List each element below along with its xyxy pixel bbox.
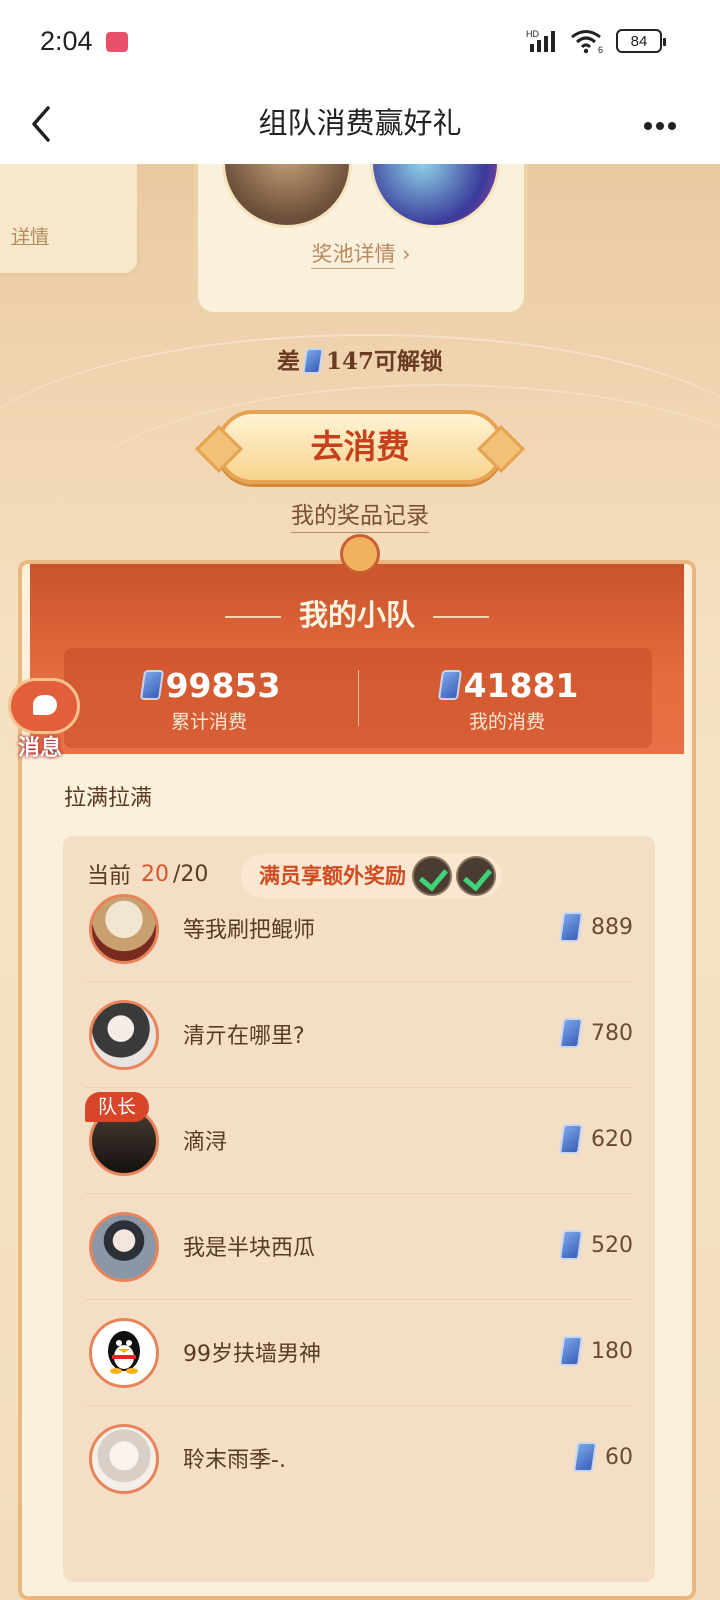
- member-row[interactable]: 清亓在哪里? 780: [85, 982, 633, 1088]
- avatar: [89, 1212, 159, 1282]
- team-header: 我的小队 99853 累计消费 41881 我的消费: [30, 564, 684, 754]
- member-name: 清亓在哪里?: [183, 1024, 305, 1049]
- member-name: 等我刷把鲲师: [183, 918, 316, 943]
- penguin-avatar-icon: [108, 1331, 140, 1374]
- total-spend-value: 99853: [165, 666, 281, 705]
- member-amount-value: 620: [591, 1126, 633, 1152]
- prize-record-link[interactable]: 我的奖品记录: [0, 496, 720, 533]
- message-button[interactable]: 消息: [8, 678, 82, 761]
- stats-divider: [358, 670, 359, 726]
- member-name: 我是半块西瓜: [183, 1236, 316, 1261]
- member-amount-value: 180: [591, 1338, 633, 1364]
- team-title: 我的小队: [30, 592, 684, 634]
- avatar: [89, 1424, 159, 1494]
- total-spend-label: 累计消费: [170, 711, 247, 733]
- my-spend-label: 我的消费: [468, 711, 545, 733]
- coupon-card-icon: [302, 348, 324, 374]
- member-amount-value: 780: [591, 1020, 633, 1046]
- coupon-card-icon: [558, 912, 584, 942]
- member-amount-value: 60: [605, 1444, 633, 1470]
- member-name: 滴浔: [183, 1130, 228, 1155]
- prize-pool-card: 奖池详情 ›: [194, 164, 528, 316]
- prize-hero-avatar: [370, 164, 500, 228]
- member-name: 99岁扶墙男神: [183, 1342, 321, 1367]
- member-row[interactable]: 我是半块西瓜 520: [85, 1194, 633, 1300]
- prev-pool-details-link[interactable]: 详情: [11, 222, 49, 249]
- coupon-card-icon: [437, 670, 462, 700]
- prize-hero-avatar: [222, 164, 352, 228]
- battery-icon: 84: [616, 29, 666, 53]
- app-notification-icon: [106, 32, 128, 52]
- prize-pool-details-link[interactable]: 奖池详情 ›: [198, 238, 524, 269]
- member-row[interactable]: 等我刷把鲲师 889: [85, 876, 633, 982]
- member-name: 聆末雨季-.: [183, 1448, 286, 1473]
- cellular-signal-icon: HD: [526, 29, 555, 52]
- coupon-card-icon: [558, 1124, 584, 1154]
- avatar: [89, 1318, 159, 1388]
- member-amount: 620: [558, 1124, 633, 1154]
- team-name: 拉满拉满: [64, 786, 153, 811]
- coupon-card-icon: [558, 1230, 584, 1260]
- prev-pool-card[interactable]: 详情: [0, 164, 140, 276]
- status-indicators: HD 6 84: [526, 28, 666, 54]
- coupon-card-icon: [558, 1018, 584, 1048]
- total-spend-stat: 99853 累计消费: [64, 666, 354, 734]
- status-bar: 2:04 HD 6 84: [0, 0, 720, 88]
- member-amount: 780: [558, 1018, 633, 1048]
- go-spend-button[interactable]: 去消费: [216, 410, 504, 484]
- activity-hero: 详情 奖池详情 › 差 147可解锁 去消费 我的奖品记录 我的小队 99853 …: [0, 164, 720, 1600]
- panel-ornament: [340, 534, 380, 574]
- more-options-button[interactable]: [630, 98, 690, 154]
- wifi-icon: 6: [571, 30, 603, 54]
- captain-badge: 队长: [85, 1092, 149, 1122]
- member-row[interactable]: 队长 滴浔 620: [85, 1088, 633, 1194]
- member-amount: 60: [572, 1442, 633, 1472]
- coupon-card-icon: [572, 1442, 598, 1472]
- title-bar: 组队消费赢好礼: [0, 88, 720, 164]
- chat-bubble-icon: [8, 678, 80, 734]
- prize-record-label[interactable]: 我的奖品记录: [291, 503, 429, 533]
- unlock-requirement: 差 147可解锁: [0, 342, 720, 376]
- status-time: 2:04: [40, 26, 93, 56]
- team-stats: 99853 累计消费 41881 我的消费: [64, 648, 652, 748]
- my-spend-value: 41881: [463, 666, 579, 705]
- member-row[interactable]: 聆末雨季-. 60: [85, 1406, 633, 1512]
- unlock-prefix: 差: [276, 348, 300, 375]
- member-row[interactable]: 99岁扶墙男神 180: [85, 1300, 633, 1406]
- svg-text:6: 6: [598, 45, 603, 54]
- chevron-right-icon: ›: [402, 242, 411, 266]
- avatar: [89, 1000, 159, 1070]
- team-panel: 我的小队 99853 累计消费 41881 我的消费 拉满拉满 当前 20 /2…: [18, 534, 696, 1600]
- member-amount: 520: [558, 1230, 633, 1260]
- coupon-card-icon: [139, 670, 164, 700]
- my-spend-stat: 41881 我的消费: [362, 666, 652, 734]
- unlock-suffix: 147可解锁: [325, 348, 443, 375]
- message-label: 消息: [18, 736, 63, 761]
- member-list: 当前 20 /20 满员享额外奖励 等我刷把鲲师 889 清亓在哪里? 780: [63, 836, 655, 1582]
- member-amount-value: 889: [591, 914, 633, 940]
- prize-pool-details-label[interactable]: 奖池详情: [311, 242, 396, 269]
- page-title: 组队消费赢好礼: [258, 106, 462, 140]
- member-amount-value: 520: [591, 1232, 633, 1258]
- member-amount: 180: [558, 1336, 633, 1366]
- avatar: [89, 894, 159, 964]
- member-amount: 889: [558, 912, 633, 942]
- coupon-card-icon: [558, 1336, 584, 1366]
- svg-text:HD: HD: [526, 29, 539, 39]
